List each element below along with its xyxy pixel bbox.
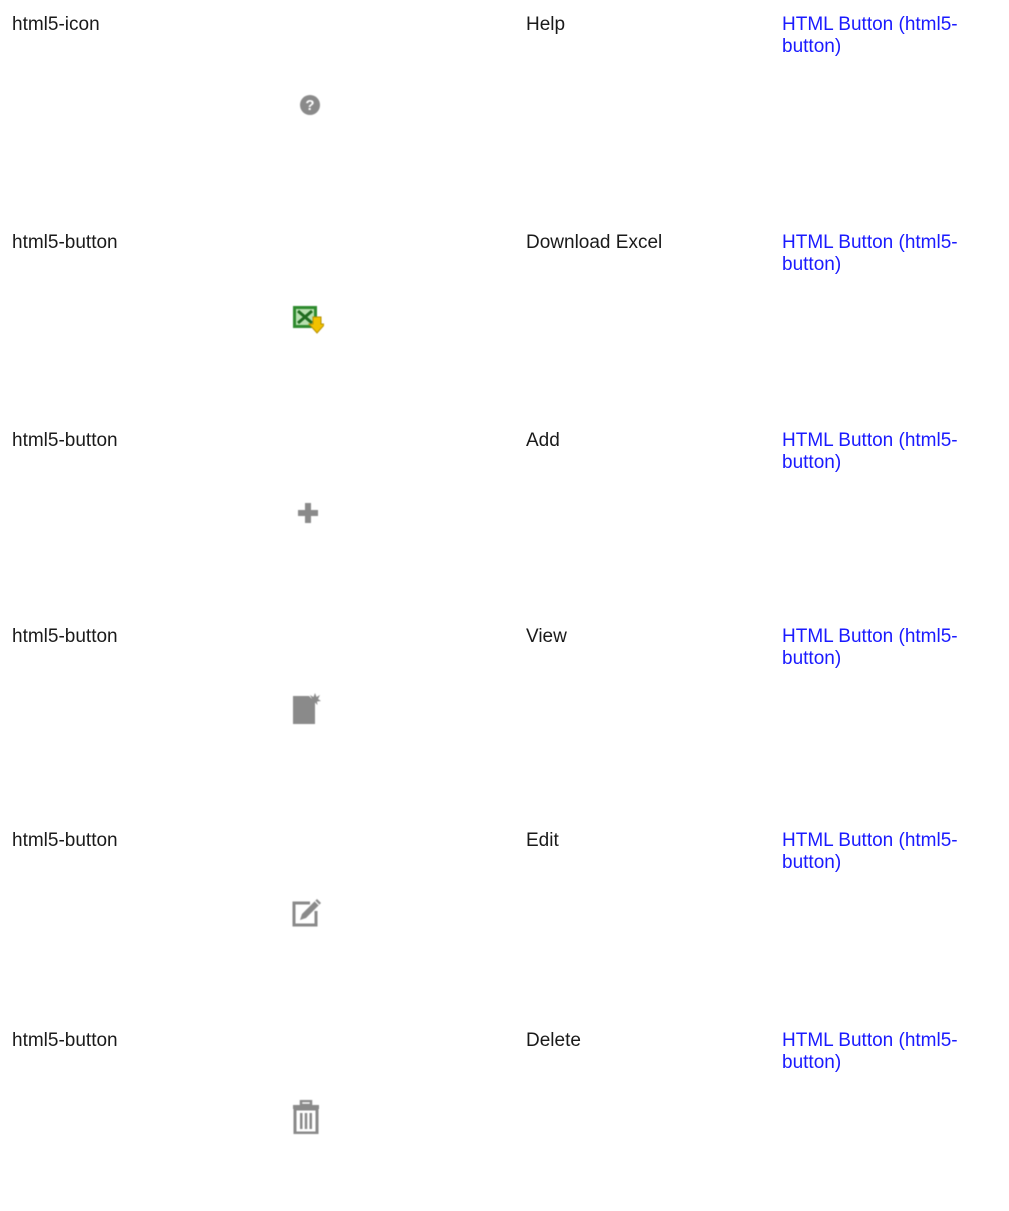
button-label: Help — [526, 14, 566, 35]
element-type-label: html5-button — [12, 1030, 118, 1051]
table-row-add: html5-button Add HTML Button (html5-butt… — [0, 416, 1009, 611]
html-button-link[interactable]: HTML Button (html5-button) — [782, 1030, 1009, 1074]
table-row-help: html5-icon ? Help HTML Button (html5-but… — [0, 0, 1009, 195]
table-row-view: html5-button View HTML Button (html5-but… — [0, 612, 1009, 807]
element-type-label: html5-button — [12, 830, 118, 851]
button-label: Download Excel — [526, 232, 663, 253]
add-button[interactable] — [292, 496, 324, 530]
element-type-label: html5-button — [12, 232, 118, 253]
edit-icon — [292, 899, 321, 927]
element-type-label: html5-button — [12, 626, 118, 647]
html-button-link[interactable]: HTML Button (html5-button) — [782, 626, 1009, 670]
table-row-download-excel: html5-button Download Excel HTML Button … — [0, 218, 1009, 413]
html-button-link[interactable]: HTML Button (html5-button) — [782, 232, 1009, 276]
table-row-edit: html5-button Edit HTML Button (html5-but… — [0, 816, 1009, 1011]
edit-button[interactable] — [290, 896, 322, 930]
html-button-link[interactable]: HTML Button (html5-button) — [782, 14, 1009, 58]
element-type-label: html5-icon — [12, 14, 100, 35]
html-button-link[interactable]: HTML Button (html5-button) — [782, 830, 1009, 874]
trash-icon — [293, 1100, 319, 1134]
excel-download-icon — [293, 306, 324, 334]
table-row-delete: html5-button Delete HTML Button (html5-b… — [0, 1016, 1009, 1211]
button-label: View — [526, 626, 567, 647]
delete-button[interactable] — [290, 1100, 322, 1134]
help-icon: ? — [300, 95, 320, 115]
html-button-link[interactable]: HTML Button (html5-button) — [782, 430, 1009, 474]
new-document-icon — [293, 693, 321, 724]
help-button[interactable]: ? — [294, 88, 326, 122]
download-excel-button[interactable] — [292, 302, 324, 336]
button-label: Delete — [526, 1030, 581, 1051]
button-label: Add — [526, 430, 560, 451]
svg-text:?: ? — [305, 97, 314, 114]
view-button[interactable] — [290, 692, 322, 726]
button-label: Edit — [526, 830, 559, 851]
element-type-label: html5-button — [12, 430, 118, 451]
plus-icon — [298, 503, 318, 523]
